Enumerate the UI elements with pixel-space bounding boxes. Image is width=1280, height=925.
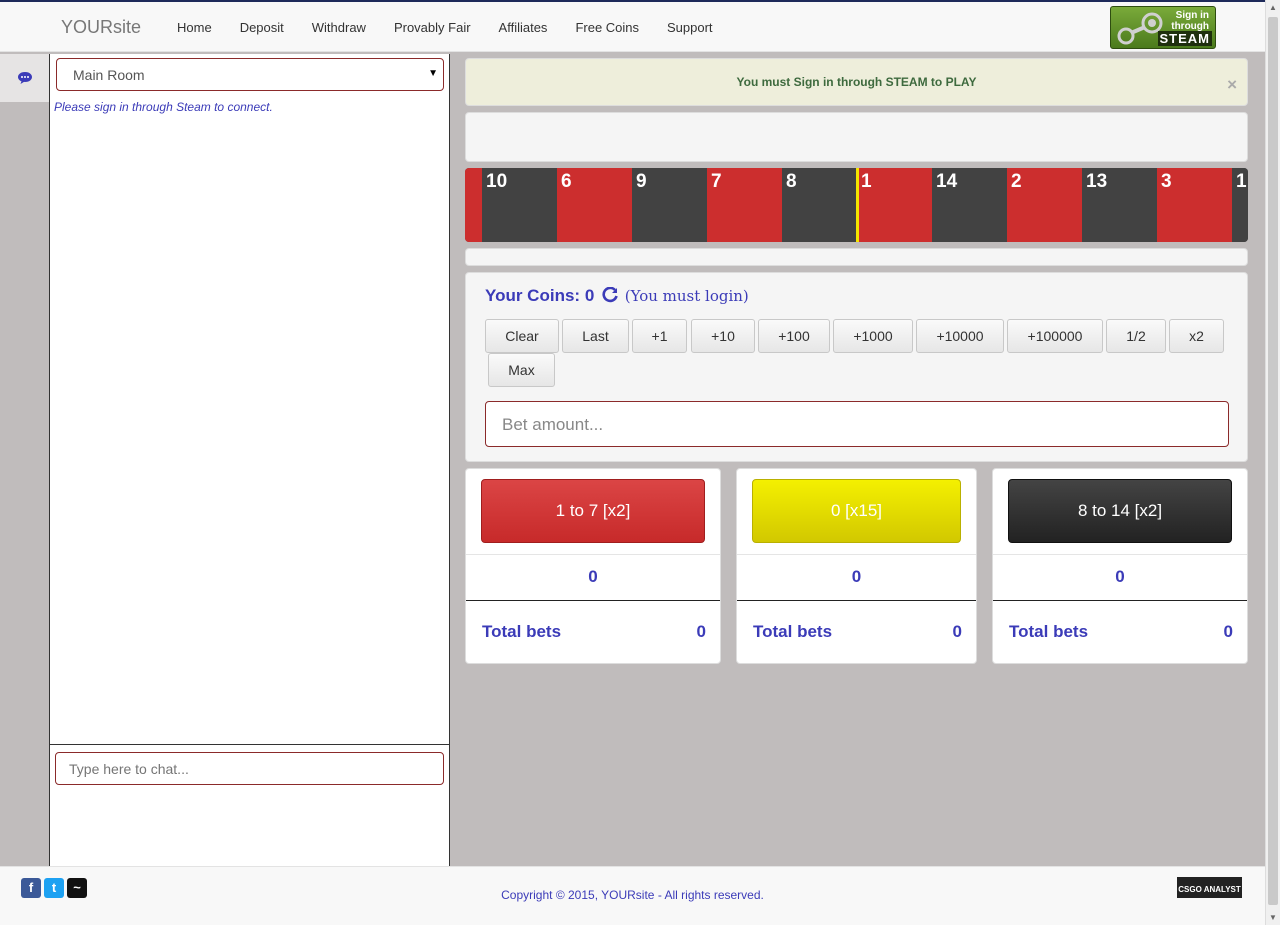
choice-red: 1 to 7 [x2] 0 Total bets 0 [465,468,721,664]
steam-wordmark: STEAM [1157,31,1212,46]
red-total-value: 0 [696,622,706,641]
bet-black-button[interactable]: 8 to 14 [x2] [1008,479,1232,543]
bet-plus-1-button[interactable]: +1 [632,319,687,353]
zero-total-label: Total bets [753,622,833,641]
roulette-strip: 10 6 9 7 8 1 14 2 13 3 1 [465,168,1248,242]
chat-panel: Main Room ▼ Please sign in through Steam… [49,54,450,866]
bet-max-button[interactable]: Max [488,353,555,387]
roulette-cell: 6 [557,168,632,242]
status-panel [465,112,1248,162]
bet-plus-100000-button[interactable]: +100000 [1007,319,1103,353]
chat-input[interactable] [55,752,444,785]
chat-room-value: Main Room [73,67,145,83]
csgo-analyst-badge[interactable]: CSGO ANALYST [1177,877,1242,898]
steam-signin-text: Sign in through [1171,10,1209,32]
bet-half-button[interactable]: 1/2 [1106,319,1166,353]
choice-green: 0 [x15] 0 Total bets 0 [736,468,977,664]
zero-bet-amount: 0 [737,554,976,601]
roulette-cell: 8 [782,168,857,242]
coins-display: Your Coins: 0 (You must login) [485,286,749,306]
roulette-cell: 10 [482,168,557,242]
roulette-cell: 3 [1157,168,1232,242]
bet-plus-1000-button[interactable]: +1000 [833,319,913,353]
progress-panel [465,248,1248,266]
footer: f t ~ Copyright © 2015, YOURsite - All r… [0,866,1265,925]
bet-red-button[interactable]: 1 to 7 [x2] [481,479,705,543]
copyright-text: Copyright © 2015, YOURsite - All rights … [501,888,764,902]
roulette-cell: 1 [857,168,932,242]
roulette-cell [465,168,482,242]
bet-last-button[interactable]: Last [562,319,629,353]
coins-value: 0 [584,286,595,305]
bet-plus-100-button[interactable]: +100 [758,319,830,353]
scroll-down-icon[interactable]: ▼ [1269,913,1277,922]
nav-deposit[interactable]: Deposit [226,20,298,35]
main-nav: Home Deposit Withdraw Provably Fair Affi… [163,2,727,52]
roulette-cell: 2 [1007,168,1082,242]
signin-alert: You must Sign in through STEAM to PLAY × [465,58,1248,106]
choice-black: 8 to 14 [x2] 0 Total bets 0 [992,468,1248,664]
page-scrollbar[interactable]: ▲ ▼ [1265,0,1280,925]
bet-amount-input[interactable]: Bet amount... [485,401,1229,447]
login-note: (You must login) [624,287,749,305]
nav-support[interactable]: Support [653,20,727,35]
black-total-label: Total bets [1009,622,1089,641]
top-navbar: YOURsite Home Deposit Withdraw Provably … [0,0,1265,52]
chat-room-select[interactable]: Main Room ▼ [56,58,444,91]
chat-divider [50,744,449,745]
red-total-label: Total bets [482,622,562,641]
coins-label: Your Coins: [485,286,581,305]
nav-withdraw[interactable]: Withdraw [298,20,380,35]
black-bet-amount: 0 [993,554,1247,601]
close-icon[interactable]: × [1227,75,1237,95]
roulette-cell: 14 [932,168,1007,242]
nav-free-coins[interactable]: Free Coins [561,20,653,35]
roulette-cell: 13 [1082,168,1157,242]
refresh-icon[interactable] [602,287,618,303]
scroll-up-icon[interactable]: ▲ [1269,3,1277,12]
bet-double-button[interactable]: x2 [1169,319,1224,353]
roulette-cell: 1 [1232,168,1248,242]
chat-status-message: Please sign in through Steam to connect. [54,100,273,114]
zero-total-value: 0 [952,622,962,641]
roulette-cell: 9 [632,168,707,242]
red-bet-amount: 0 [466,554,720,601]
nav-home[interactable]: Home [163,20,226,35]
nav-affiliates[interactable]: Affiliates [485,20,562,35]
bet-clear-button[interactable]: Clear [485,319,559,353]
bet-plus-10000-button[interactable]: +10000 [916,319,1004,353]
alert-message: You must Sign in through STEAM to PLAY [736,75,977,89]
bet-zero-button[interactable]: 0 [x15] [752,479,961,543]
chat-bubble-icon [18,72,32,84]
chevron-down-icon: ▼ [428,68,438,79]
steam-signin-button[interactable]: Sign in through STEAM [1110,6,1216,49]
roulette-cell: 7 [707,168,782,242]
black-total-value: 0 [1223,622,1233,641]
nav-provably-fair[interactable]: Provably Fair [380,20,485,35]
brand-logo[interactable]: YOURsite [61,17,141,38]
bet-plus-10-button[interactable]: +10 [691,319,755,353]
roulette-pointer [856,168,859,242]
chat-toggle-tab[interactable] [0,54,49,102]
scrollbar-thumb[interactable] [1268,17,1278,905]
bet-panel: Your Coins: 0 (You must login) Clear Las… [465,272,1248,462]
